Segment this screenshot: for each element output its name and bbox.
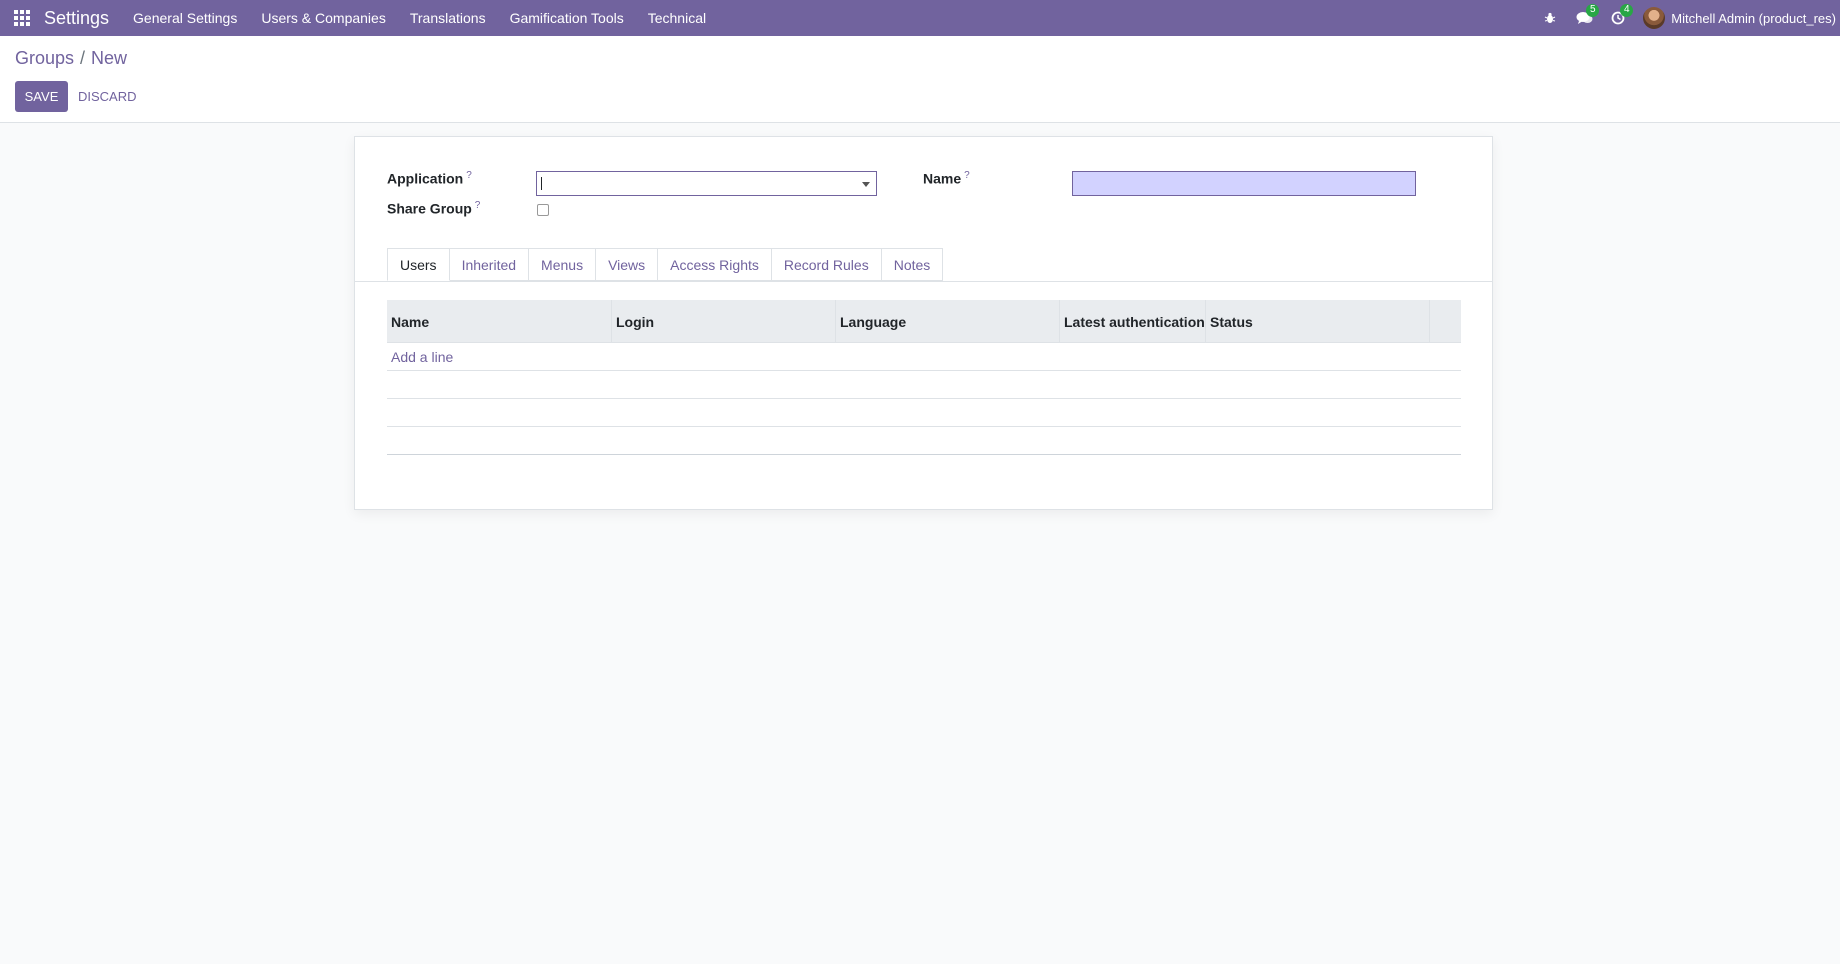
user-menu[interactable]: Mitchell Admin (product_res) — [1635, 0, 1840, 36]
menu-users-companies[interactable]: Users & Companies — [249, 10, 398, 26]
tab-inherited[interactable]: Inherited — [449, 248, 530, 281]
tab-access-rights[interactable]: Access Rights — [658, 248, 772, 281]
column-login[interactable]: Login — [612, 300, 836, 343]
application-help-icon[interactable]: ? — [466, 170, 472, 181]
apps-menu-button[interactable] — [0, 0, 44, 36]
menu-translations[interactable]: Translations — [398, 10, 498, 26]
app-title[interactable]: Settings — [44, 8, 109, 29]
table-row — [387, 399, 1461, 427]
tab-record-rules[interactable]: Record Rules — [771, 248, 882, 281]
column-latest-authentication[interactable]: Latest authentication — [1060, 300, 1206, 343]
tabs-divider — [355, 281, 1492, 282]
grid-icon — [14, 10, 30, 26]
share-group-help-icon[interactable]: ? — [475, 200, 481, 211]
user-name: Mitchell Admin (product_res) — [1671, 10, 1836, 26]
add-line-link[interactable]: Add a line — [387, 349, 453, 365]
name-input[interactable] — [1072, 171, 1416, 196]
breadcrumb-groups-link[interactable]: Groups — [15, 48, 74, 69]
column-name[interactable]: Name — [387, 300, 612, 343]
top-navbar: Settings General Settings Users & Compan… — [0, 0, 1840, 36]
tab-views[interactable]: Views — [596, 248, 659, 281]
table-row — [387, 427, 1461, 455]
save-button[interactable]: SAVE — [15, 81, 68, 112]
name-help-icon[interactable]: ? — [964, 170, 970, 181]
breadcrumb-current: New — [91, 48, 128, 68]
name-label-text: Name — [923, 170, 962, 187]
breadcrumb-separator: / — [80, 48, 86, 68]
table-row: Add a line — [387, 343, 1461, 371]
column-status[interactable]: Status — [1206, 300, 1430, 343]
share-group-label-text: Share Group — [387, 200, 472, 217]
breadcrumb: Groups / New — [15, 48, 127, 69]
tab-menus[interactable]: Menus — [529, 248, 597, 281]
form-sheet: Application? Share Group? Name? Users In… — [354, 136, 1493, 510]
menu-general-settings[interactable]: General Settings — [121, 10, 249, 26]
debug-button[interactable] — [1533, 0, 1567, 36]
tab-notes[interactable]: Notes — [881, 248, 944, 281]
menu-technical[interactable]: Technical — [636, 10, 718, 26]
chevron-down-icon[interactable] — [862, 182, 870, 187]
share-group-label: Share Group? — [387, 200, 480, 217]
tab-users[interactable]: Users — [387, 248, 450, 281]
table-header: Name Login Language Latest authenticatio… — [387, 300, 1461, 343]
bug-icon — [1545, 12, 1556, 23]
activities-badge: 4 — [1620, 4, 1634, 17]
text-cursor — [541, 177, 542, 190]
notebook-tabs: Users Inherited Menus Views Access Right… — [387, 248, 944, 281]
systray: 5 4 Mitchell Admin (product_res) — [1533, 0, 1840, 36]
users-table: Name Login Language Latest authenticatio… — [387, 300, 1461, 455]
messaging-button[interactable]: 5 — [1567, 0, 1601, 36]
menu-gamification-tools[interactable]: Gamification Tools — [498, 10, 636, 26]
column-options[interactable] — [1430, 300, 1461, 343]
activities-button[interactable]: 4 — [1601, 0, 1635, 36]
messages-badge: 5 — [1586, 4, 1600, 17]
avatar — [1643, 7, 1666, 29]
column-language[interactable]: Language — [836, 300, 1060, 343]
application-select[interactable] — [536, 171, 877, 196]
discard-button[interactable]: DISCARD — [78, 81, 137, 112]
application-label-text: Application — [387, 170, 464, 187]
application-label: Application? — [387, 170, 472, 187]
table-row — [387, 371, 1461, 399]
control-panel: Groups / New SAVE DISCARD — [0, 36, 1840, 123]
name-label: Name? — [923, 170, 970, 187]
share-group-checkbox[interactable] — [537, 204, 549, 216]
